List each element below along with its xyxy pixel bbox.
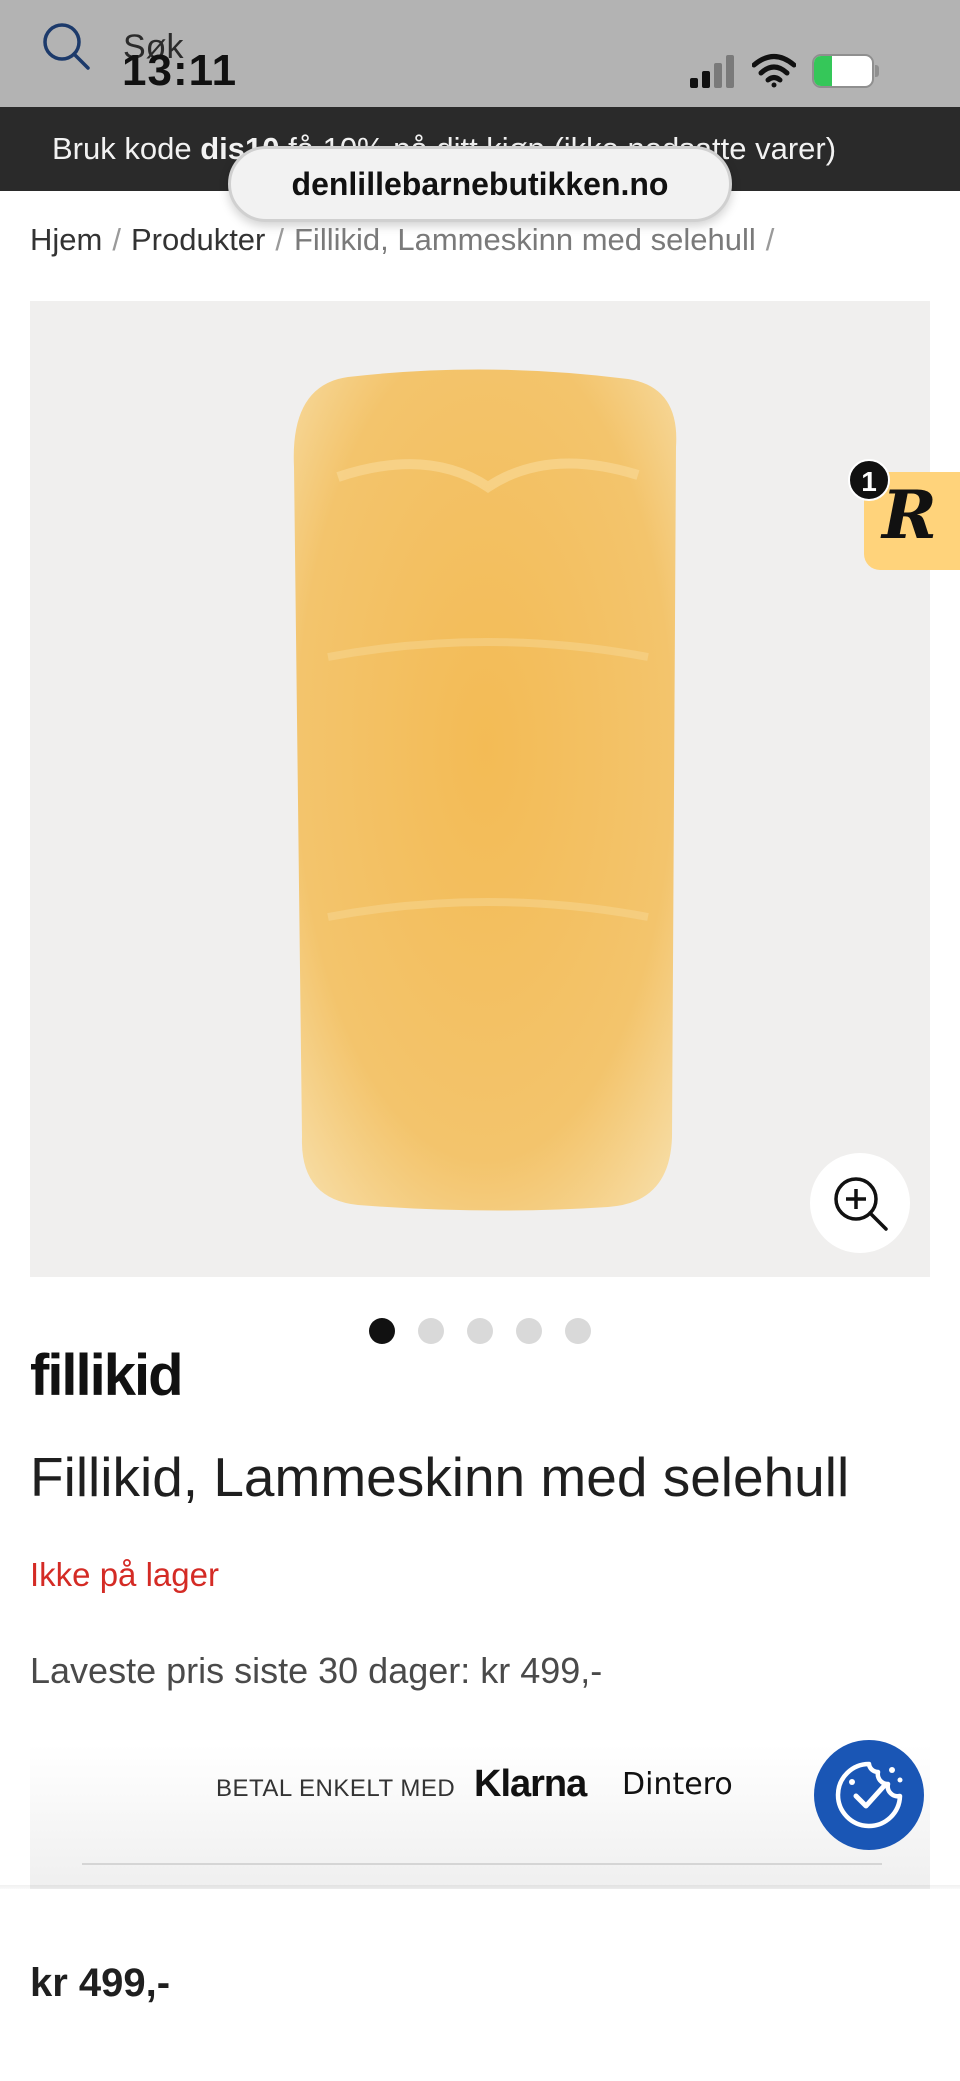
gallery-dot[interactable] bbox=[418, 1318, 444, 1344]
brand-logo[interactable]: fillikid bbox=[30, 1342, 184, 1409]
search-icon[interactable] bbox=[40, 20, 92, 72]
product-image-gallery[interactable] bbox=[30, 301, 930, 1277]
payment-methods: BETAL ENKELT MED Klarna Dintero bbox=[30, 1745, 930, 1889]
gallery-dot[interactable] bbox=[516, 1318, 542, 1344]
clock: 13:11 bbox=[122, 46, 238, 95]
product-price: kr 499,- bbox=[30, 1961, 171, 2005]
lowest-price-30-days: Laveste pris siste 30 dager: kr 499,- bbox=[30, 1650, 603, 1691]
breadcrumb-current: Fillikid, Lammeskinn med selehull bbox=[294, 222, 756, 257]
wifi-icon bbox=[752, 54, 796, 88]
sticky-price-bar: kr 499,- bbox=[0, 1889, 960, 2081]
status-bar: Søk 13:11 31 bbox=[0, 0, 960, 107]
battery-icon: 31 bbox=[812, 54, 880, 88]
reward-count-badge: 1 bbox=[848, 459, 890, 501]
gallery-dots bbox=[369, 1318, 591, 1344]
zoom-button[interactable] bbox=[810, 1153, 910, 1253]
promo-prefix: Bruk kode bbox=[52, 131, 192, 166]
dintero-logo: Dintero bbox=[622, 1767, 733, 1802]
cookie-consent-icon bbox=[835, 1761, 903, 1829]
divider bbox=[82, 1863, 882, 1865]
battery-percent: 31 bbox=[831, 57, 859, 84]
product-image bbox=[293, 369, 677, 1211]
breadcrumb-products[interactable]: Produkter bbox=[131, 222, 265, 257]
gallery-dot[interactable] bbox=[369, 1318, 395, 1344]
breadcrumb-home[interactable]: Hjem bbox=[30, 222, 102, 257]
breadcrumb-separator: / bbox=[275, 222, 284, 257]
breadcrumb-separator: / bbox=[112, 222, 121, 257]
cellular-signal-icon bbox=[690, 55, 734, 88]
klarna-logo: Klarna bbox=[474, 1763, 587, 1805]
product-title: Fillikid, Lammeskinn med selehull bbox=[30, 1446, 850, 1508]
cookie-consent-button[interactable] bbox=[814, 1740, 924, 1850]
breadcrumb-separator: / bbox=[765, 222, 775, 257]
breadcrumb: Hjem / Produkter / Fillikid, Lammeskinn med … bbox=[30, 222, 784, 258]
gallery-dot[interactable] bbox=[467, 1318, 493, 1344]
reward-logo-icon: R bbox=[882, 476, 937, 554]
payment-text: BETAL ENKELT MED bbox=[216, 1775, 456, 1802]
zoom-in-icon bbox=[834, 1177, 888, 1231]
gallery-dot[interactable] bbox=[565, 1318, 591, 1344]
url-bar[interactable]: denlillebarnebutikken.no bbox=[228, 146, 732, 222]
stock-status: Ikke på lager bbox=[30, 1556, 219, 1593]
